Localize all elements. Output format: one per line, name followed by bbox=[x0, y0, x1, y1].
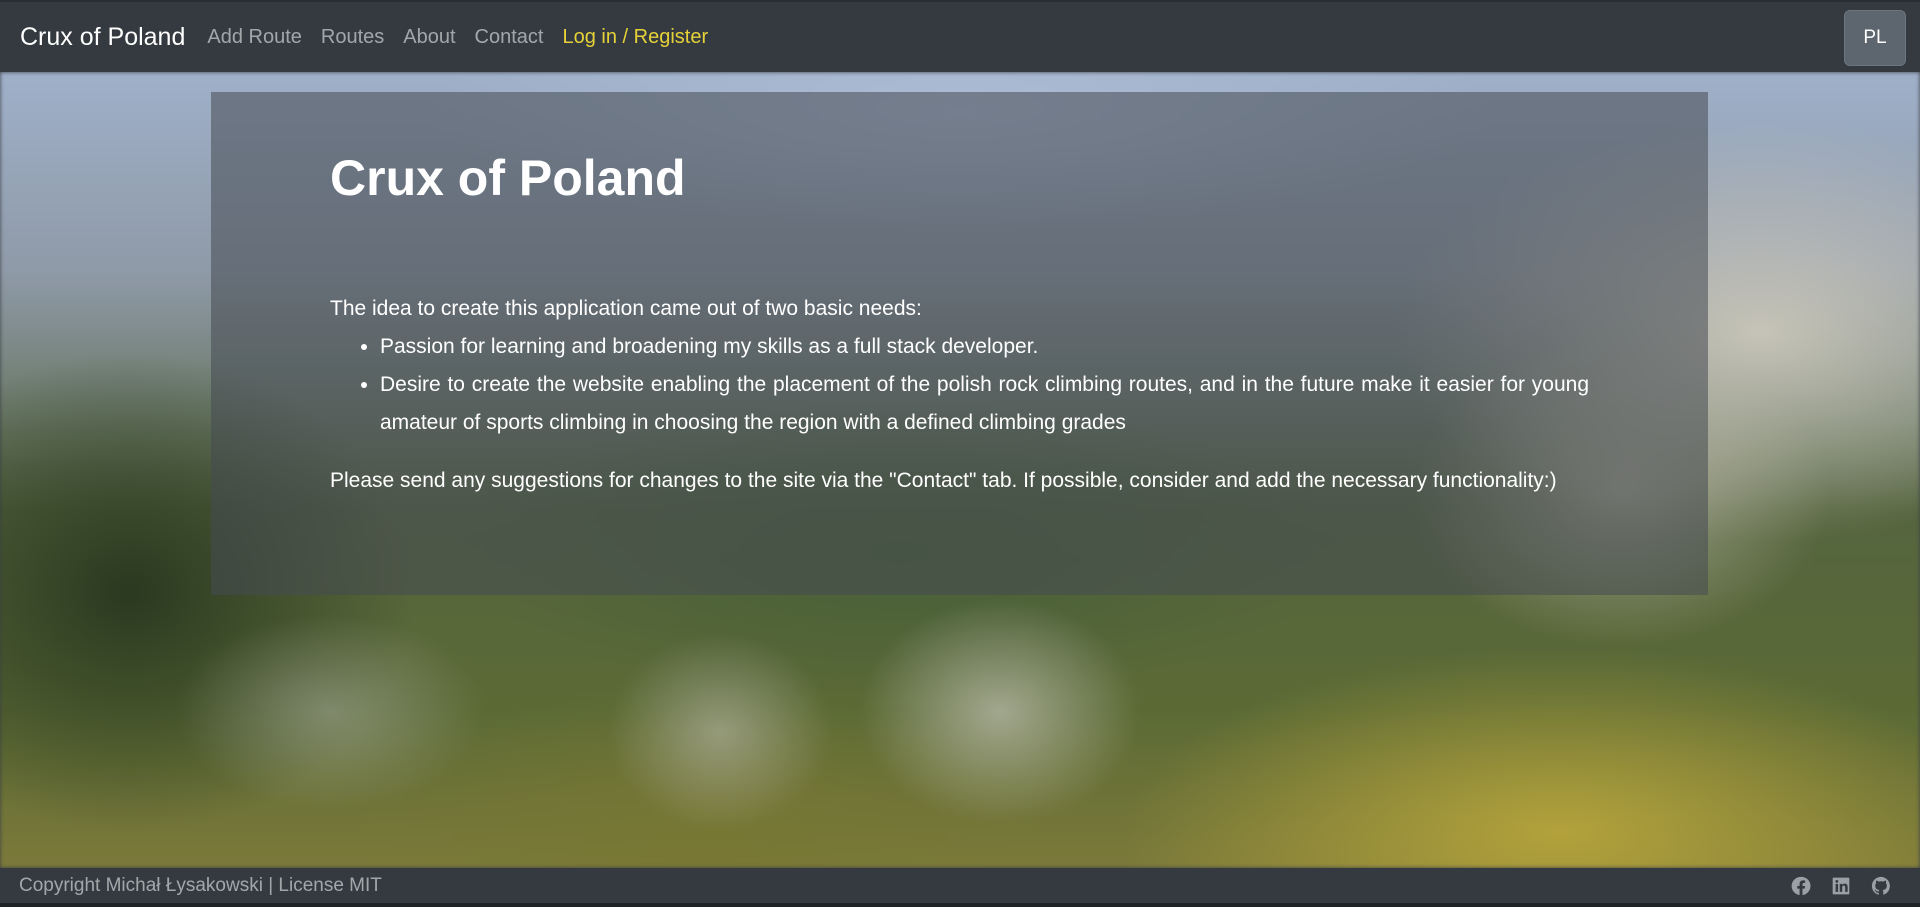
nav-link-add-route[interactable]: Add Route bbox=[207, 26, 302, 49]
linkedin-icon[interactable] bbox=[1830, 875, 1852, 897]
list-item: Passion for learning and broadening my s… bbox=[380, 328, 1589, 366]
nav-links: Add Route Routes About Contact Log in / … bbox=[207, 26, 727, 49]
nav-link-about[interactable]: About bbox=[403, 26, 455, 49]
list-item: Desire to create the website enabling th… bbox=[380, 366, 1589, 442]
nav-link-routes[interactable]: Routes bbox=[321, 26, 384, 49]
facebook-icon[interactable] bbox=[1790, 875, 1812, 897]
copyright-text: Copyright Michał Łysakowski | License MI… bbox=[19, 874, 382, 896]
needs-list: Passion for learning and broadening my s… bbox=[330, 328, 1589, 442]
about-card: Crux of Poland The idea to create this a… bbox=[211, 92, 1708, 595]
intro-text: The idea to create this application came… bbox=[330, 297, 922, 320]
suggestions-text: Please send any suggestions for changes … bbox=[330, 469, 1557, 492]
page-title: Crux of Poland bbox=[330, 150, 686, 206]
nav-link-contact[interactable]: Contact bbox=[475, 26, 544, 49]
brand-link[interactable]: Crux of Poland bbox=[20, 23, 185, 52]
social-links bbox=[1790, 875, 1892, 897]
language-button[interactable]: PL bbox=[1844, 10, 1906, 66]
login-register-link[interactable]: Log in / Register bbox=[562, 26, 708, 49]
footer: Copyright Michał Łysakowski | License MI… bbox=[0, 868, 1920, 907]
github-icon[interactable] bbox=[1870, 875, 1892, 897]
navbar: Crux of Poland Add Route Routes About Co… bbox=[0, 0, 1920, 72]
